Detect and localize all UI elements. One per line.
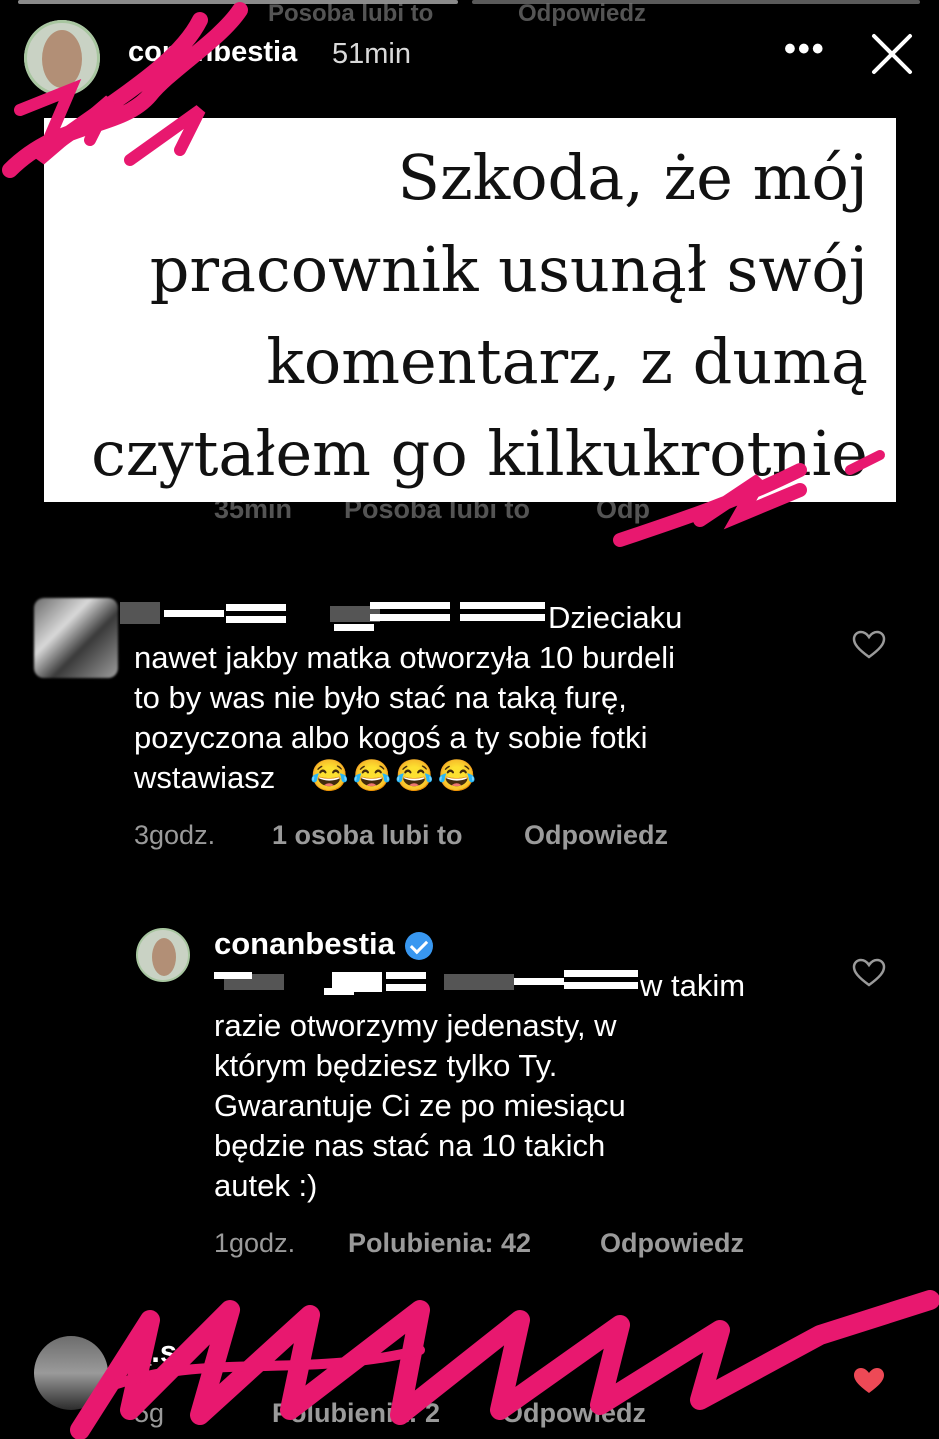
reply-username[interactable]: conanbestia bbox=[214, 926, 433, 962]
scribble-bottom bbox=[70, 1290, 939, 1439]
redacted-mention bbox=[214, 968, 638, 1000]
reply-text-line: będzie nas stać na 10 takich bbox=[214, 1128, 606, 1163]
verified-badge-icon bbox=[404, 931, 433, 960]
comment-text-line: wstawiasz bbox=[134, 760, 276, 795]
avatar-figure bbox=[152, 938, 176, 976]
comment-text-line: nawet jakby matka otworzyła 10 burdeli bbox=[134, 640, 676, 675]
reply-text-line: którym będziesz tylko Ty. bbox=[214, 1048, 558, 1083]
scribble-top bbox=[2, 2, 885, 547]
laughing-emojis: 😂😂😂😂 bbox=[310, 758, 481, 793]
reply-likes[interactable]: Polubienia: 42 bbox=[348, 1228, 531, 1259]
comment-text-line: to by was nie było stać na taką furę, bbox=[134, 680, 627, 715]
comment-avatar-blurred[interactable] bbox=[34, 598, 118, 678]
comment-text-line: pozyczona albo kogoś a ty sobie fotki bbox=[134, 720, 648, 755]
heart-icon[interactable] bbox=[852, 958, 886, 988]
heart-icon[interactable] bbox=[852, 630, 886, 660]
reply-text-line: razie otworzymy jedenasty, w bbox=[214, 1008, 617, 1043]
reply-time: 1godz. bbox=[214, 1228, 296, 1258]
reply-text-line: Gwarantuje Ci ze po miesiącu bbox=[214, 1088, 626, 1123]
comment-text-line: Dzieciaku bbox=[548, 600, 683, 635]
reply-username-text[interactable]: conanbestia bbox=[214, 926, 395, 961]
reply-button[interactable]: Odpowiedz bbox=[600, 1228, 744, 1259]
comment-time: 3godz. bbox=[134, 820, 216, 850]
redacted-username bbox=[120, 600, 545, 632]
reply-text-line: autek :) bbox=[214, 1168, 318, 1203]
reply-button[interactable]: Odpowiedz bbox=[524, 820, 668, 851]
reply-avatar[interactable] bbox=[136, 928, 190, 982]
reply-text-line: w takim bbox=[640, 968, 746, 1003]
comment-likes[interactable]: 1 osoba lubi to bbox=[272, 820, 463, 851]
